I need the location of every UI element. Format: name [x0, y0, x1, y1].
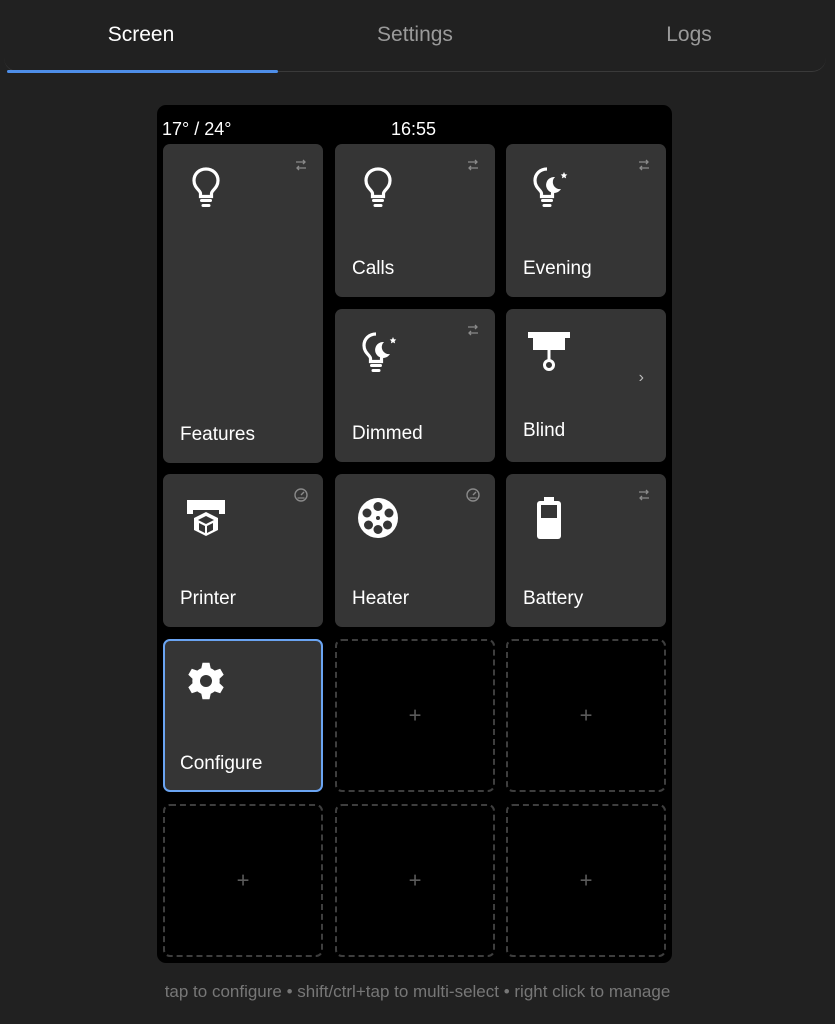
gauge-icon: [293, 488, 309, 502]
swap-icon: [465, 158, 481, 172]
printer-3d-icon: [182, 494, 230, 542]
tile-blind[interactable]: › Blind: [506, 309, 666, 462]
lightbulb-icon: [354, 164, 402, 212]
add-icon: +: [236, 866, 250, 892]
tile-calls[interactable]: Calls: [335, 144, 495, 297]
gauge-icon: [465, 488, 481, 502]
tile-label: Printer: [180, 588, 236, 609]
clock-readout: 16:55: [391, 119, 437, 139]
swap-icon: [636, 158, 652, 172]
status-bar: 17° / 24° 16:55: [157, 105, 672, 145]
night-light-icon: [525, 164, 573, 212]
add-icon: +: [579, 701, 593, 727]
tile-configure[interactable]: Configure: [163, 639, 323, 792]
tile-battery[interactable]: Battery: [506, 474, 666, 627]
tab-logs[interactable]: Logs: [552, 0, 826, 72]
device-screen-preview: 17° / 24° 16:55 Features Calls Evening D…: [157, 105, 672, 963]
tile-label: Dimmed: [352, 423, 423, 444]
swap-icon: [465, 323, 481, 337]
tile-label: Calls: [352, 258, 395, 279]
tile-label: Configure: [180, 753, 263, 774]
blind-icon: [525, 329, 573, 377]
chevron-right-icon: ›: [638, 369, 644, 386]
empty-slot[interactable]: +: [335, 639, 495, 792]
film-reel-icon: [354, 494, 402, 542]
add-icon: +: [408, 866, 422, 892]
tile-label: Heater: [352, 588, 410, 609]
empty-slot[interactable]: +: [335, 804, 495, 957]
tab-bar: Screen Settings Logs: [4, 0, 826, 73]
usage-hint: tap to configure • shift/ctrl+tap to mul…: [164, 982, 671, 1001]
empty-slot[interactable]: +: [506, 639, 666, 792]
add-icon: +: [579, 866, 593, 892]
night-light-icon: [354, 329, 402, 377]
gear-icon: [182, 657, 230, 705]
tile-label: Features: [180, 424, 255, 445]
empty-slot[interactable]: +: [163, 804, 323, 957]
tile-label: Evening: [523, 258, 592, 279]
lightbulb-icon: [182, 164, 230, 212]
empty-slot[interactable]: +: [506, 804, 666, 957]
battery-icon: [525, 494, 573, 542]
tile-dimmed[interactable]: Dimmed: [335, 309, 495, 462]
tab-settings[interactable]: Settings: [278, 0, 552, 72]
tile-features[interactable]: Features: [163, 144, 323, 463]
swap-icon: [293, 158, 309, 172]
add-icon: +: [408, 701, 422, 727]
tile-label: Battery: [523, 588, 584, 609]
temperature-readout: 17° / 24°: [162, 119, 232, 139]
swap-icon: [636, 488, 652, 502]
tile-label: Blind: [523, 420, 566, 441]
tile-printer[interactable]: Printer: [163, 474, 323, 627]
tab-screen[interactable]: Screen: [4, 0, 278, 73]
tile-evening[interactable]: Evening: [506, 144, 666, 297]
tile-heater[interactable]: Heater: [335, 474, 495, 627]
